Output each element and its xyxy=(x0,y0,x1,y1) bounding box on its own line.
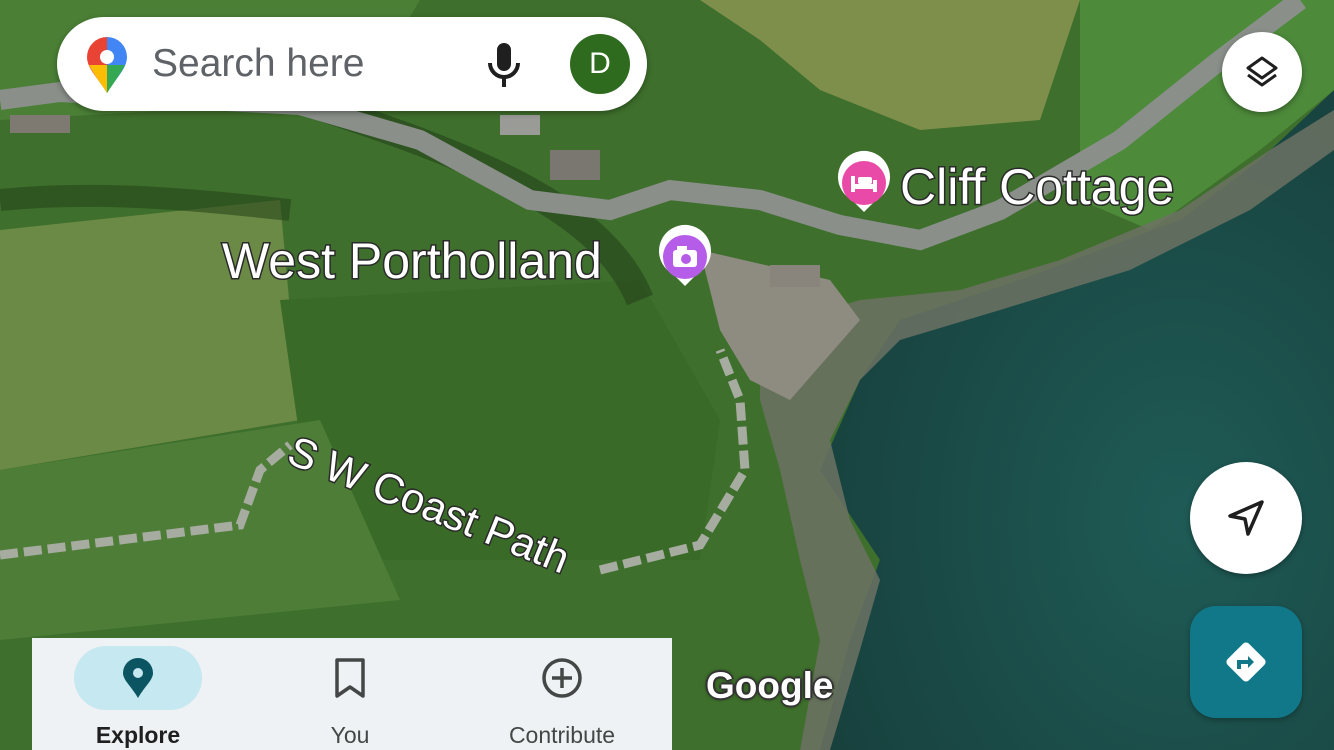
layers-button[interactable] xyxy=(1222,32,1302,112)
search-input[interactable]: Search here xyxy=(152,41,364,87)
account-avatar[interactable]: D xyxy=(570,34,630,94)
directions-button[interactable] xyxy=(1190,606,1302,718)
directions-icon xyxy=(1226,642,1266,682)
google-maps-pin-icon xyxy=(87,37,127,93)
building xyxy=(770,265,820,287)
location-pin-icon xyxy=(123,658,153,698)
microphone-icon[interactable] xyxy=(485,43,523,87)
my-location-button[interactable] xyxy=(1190,462,1302,574)
building xyxy=(10,115,70,133)
nav-explore[interactable]: Explore xyxy=(32,638,244,750)
navigation-arrow-icon xyxy=(1228,500,1264,536)
building xyxy=(500,115,540,135)
hedgerow xyxy=(0,184,292,221)
place-label-cliff-cottage[interactable]: Cliff Cottage xyxy=(899,158,1176,217)
add-circle-icon xyxy=(542,658,582,698)
building xyxy=(550,150,600,180)
nav-you[interactable]: You xyxy=(244,638,456,750)
nav-contribute[interactable]: Contribute xyxy=(456,638,668,750)
search-bar[interactable]: Search here D xyxy=(57,17,647,111)
bookmark-icon xyxy=(335,658,365,698)
nav-label-explore: Explore xyxy=(95,722,181,748)
nav-label-contribute: Contribute xyxy=(508,722,616,748)
layers-icon xyxy=(1246,56,1278,87)
google-attribution: Google xyxy=(706,665,834,706)
nav-label-you: You xyxy=(330,722,370,748)
bottom-navigation: Explore You Contribute xyxy=(32,638,672,750)
place-label-west-portholland[interactable]: West Portholland xyxy=(221,232,604,291)
